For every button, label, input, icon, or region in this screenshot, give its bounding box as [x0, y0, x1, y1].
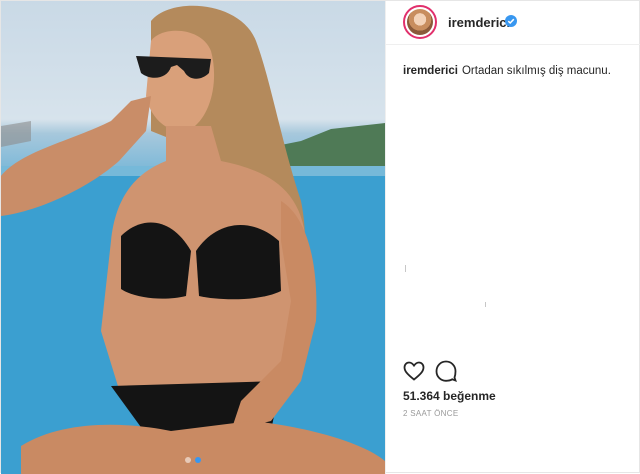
username[interactable]: iremderici — [448, 15, 510, 30]
avatar[interactable] — [403, 5, 437, 39]
post-timestamp: 2 SAAT ÖNCE — [403, 409, 459, 418]
photo-illustration — [1, 5, 385, 474]
caption: iremderici Ortadan sıkılmış diş macunu. — [403, 65, 611, 77]
verified-badge-icon — [505, 15, 517, 27]
divider-mark — [405, 265, 406, 272]
likes-count[interactable]: 51.364 beğenme — [403, 389, 496, 403]
post-photo[interactable] — [1, 1, 385, 474]
divider-mark — [485, 302, 486, 307]
comment-bubble-icon[interactable] — [434, 359, 458, 383]
carousel-dot-active[interactable] — [195, 457, 201, 463]
caption-username[interactable]: iremderici — [403, 65, 458, 77]
avatar-image — [407, 9, 433, 35]
post-header: iremderici — [386, 1, 640, 45]
post-sidebar: iremderici iremderici Ortadan sıkılmış di… — [385, 1, 640, 474]
caption-text: Ortadan sıkılmış diş macunu. — [461, 65, 611, 77]
railing — [1, 121, 31, 147]
action-bar — [402, 359, 466, 388]
instagram-post: iremderici iremderici Ortadan sıkılmış di… — [0, 0, 640, 474]
carousel-indicator — [1, 450, 385, 468]
carousel-dot[interactable] — [185, 457, 191, 463]
heart-outline-icon[interactable] — [402, 359, 426, 383]
